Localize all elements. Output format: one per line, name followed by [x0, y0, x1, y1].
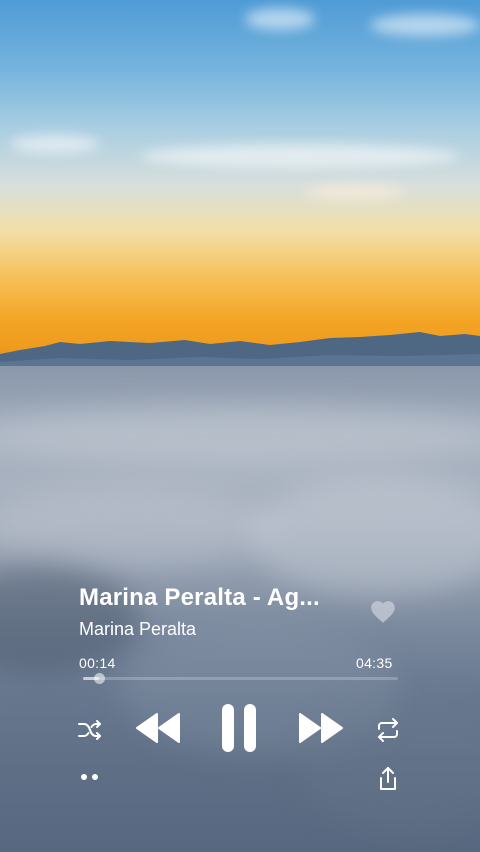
cloud-wisp [245, 8, 315, 30]
elapsed-time: 00:14 [79, 655, 116, 671]
progress-slider[interactable] [83, 673, 398, 684]
cloud-wisp [370, 14, 480, 36]
cloud-wisp [140, 144, 460, 168]
more-dots-icon[interactable] [79, 772, 103, 782]
repeat-icon[interactable] [376, 717, 400, 743]
fast-forward-icon[interactable] [298, 712, 344, 744]
track-title: Marina Peralta - Ag... [79, 584, 320, 611]
pause-icon[interactable] [220, 702, 258, 754]
track-artist: Marina Peralta [79, 619, 197, 639]
share-icon[interactable] [376, 765, 400, 793]
shuffle-icon[interactable] [77, 718, 103, 742]
sky [0, 0, 480, 372]
cloud-wisp [10, 135, 100, 153]
progress-knob[interactable] [94, 673, 106, 684]
cloud-wisp [305, 184, 405, 200]
bottom-shade [0, 522, 480, 852]
progress-track [83, 677, 398, 680]
rewind-icon[interactable] [135, 712, 181, 744]
total-duration: 04:35 [356, 655, 393, 671]
heart-icon[interactable] [368, 598, 398, 624]
